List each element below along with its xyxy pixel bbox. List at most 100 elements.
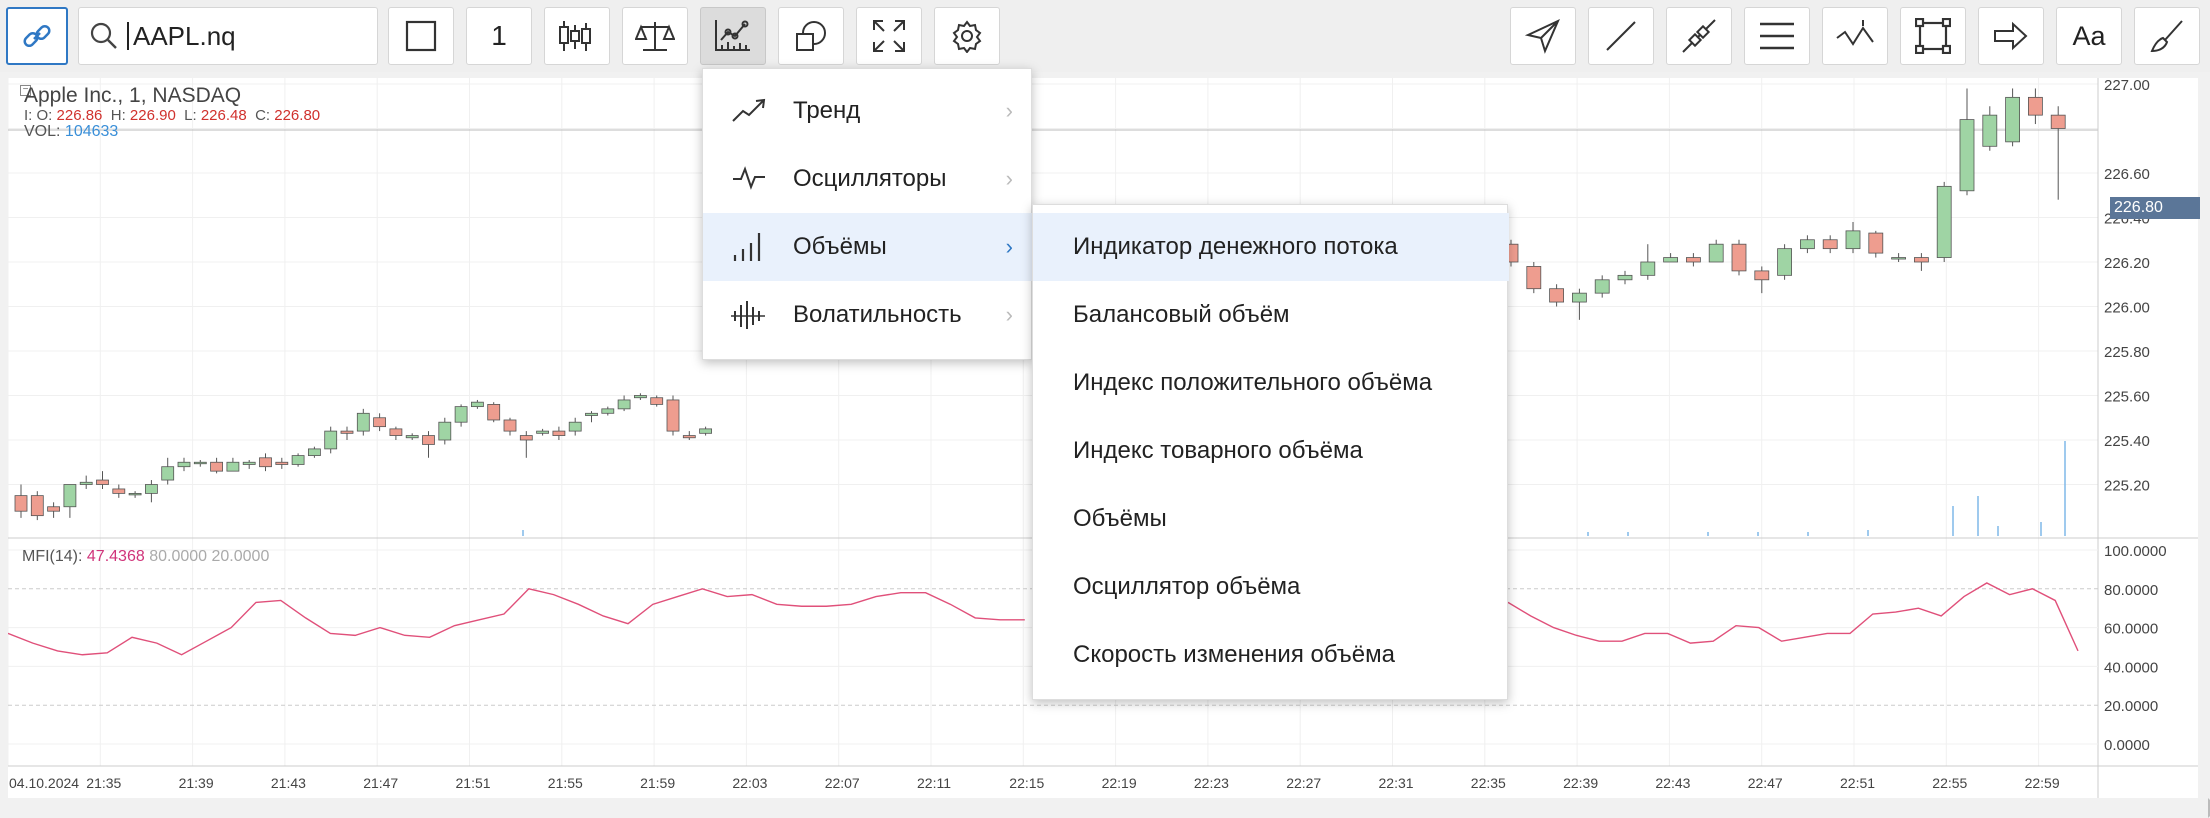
candle: [275, 457, 289, 469]
chevron-right-icon: ›: [1005, 166, 1013, 191]
time-axis-label: 21:35: [86, 775, 121, 791]
volume-readout: VOL: 104633: [24, 124, 320, 140]
scales-icon: [635, 22, 675, 51]
candle: [1845, 221, 1861, 254]
time-axis-label: 22:51: [1840, 775, 1875, 791]
candle-body: [1663, 257, 1678, 263]
symbol-search[interactable]: AAPL.nq: [78, 7, 378, 65]
submenu-item-volumes[interactable]: Объёмы: [1033, 485, 1509, 553]
candle-body: [1526, 266, 1542, 290]
shapes-button[interactable]: [778, 7, 844, 65]
candle-body: [568, 421, 582, 432]
candle: [30, 491, 44, 521]
chart-type-button[interactable]: [388, 7, 454, 65]
candle: [585, 411, 598, 423]
candle: [259, 453, 272, 472]
volume-value: 104633: [64, 123, 119, 140]
low-label: L:: [184, 107, 197, 124]
candle-body: [1686, 257, 1701, 263]
time-axis-label: 21:51: [456, 775, 491, 791]
rectangle-tool-button[interactable]: [1900, 7, 1966, 65]
candle: [1959, 88, 1975, 196]
candle-body: [1868, 232, 1884, 254]
candle-body: [389, 428, 403, 436]
time-axis-label: 22:11: [917, 775, 951, 791]
ohlc-prefix: I: O:: [24, 107, 53, 124]
trend-line-icon: [1606, 21, 1636, 51]
candle-body: [112, 488, 126, 494]
menu-item-label: Волатильность: [793, 301, 962, 328]
candle-body: [128, 492, 142, 496]
menu-item-volumes[interactable]: Объёмы ›: [703, 213, 1033, 281]
candle: [1549, 284, 1564, 307]
pattern-tool-button[interactable]: [1822, 7, 1888, 65]
oscillator-icon: [733, 166, 765, 190]
compare-button[interactable]: [622, 7, 688, 65]
candle-body: [536, 430, 549, 434]
candle-body: [1959, 119, 1975, 192]
candle: [177, 457, 191, 472]
candle: [1686, 253, 1701, 267]
candle: [291, 453, 305, 467]
volume-indicators-submenu: Индикатор денежного потока Балансовый об…: [1032, 204, 1509, 700]
mfi-axis-label: 40.0000: [2104, 659, 2158, 676]
line-tool-button[interactable]: [1588, 7, 1654, 65]
search-icon: [90, 22, 117, 49]
candle-body: [1800, 239, 1815, 250]
candle-body: [1572, 292, 1587, 303]
submenu-item-pvi[interactable]: Индекс положительного объёма: [1033, 349, 1509, 417]
candles-button[interactable]: [544, 7, 610, 65]
indicator-category-menu: Тренд › Осцилляторы › Объёмы › Волатильн…: [702, 68, 1033, 360]
send-tool-button[interactable]: [1510, 7, 1576, 65]
interval-button[interactable]: 1: [466, 7, 532, 65]
candle: [601, 406, 615, 416]
segment-icon: [1682, 19, 1716, 53]
time-axis-label: 22:03: [732, 775, 767, 791]
candle: [454, 404, 468, 427]
fullscreen-button[interactable]: [856, 7, 922, 65]
submenu-item-volume-oscillator[interactable]: Осциллятор объёма: [1033, 553, 1509, 621]
indicators-button[interactable]: [700, 7, 766, 65]
submenu-item-volume-roc[interactable]: Скорость изменения объёма: [1033, 621, 1509, 689]
time-axis-label: 22:07: [825, 775, 860, 791]
link-icon: [23, 24, 51, 48]
submenu-item-label: Балансовый объём: [1073, 301, 1290, 328]
candle-body: [519, 435, 533, 441]
candle-body: [1617, 274, 1633, 281]
mfi-line: [8, 588, 1025, 656]
menu-item-trend[interactable]: Тренд ›: [703, 77, 1033, 145]
submenu-item-mfi[interactable]: Индикатор денежного потока: [1033, 213, 1509, 281]
brush-tool-button[interactable]: [2134, 7, 2200, 65]
price-axis-label: 227.00: [2104, 78, 2150, 94]
candle: [47, 502, 60, 518]
price-axis-label: 225.20: [2104, 478, 2150, 495]
time-axis-label: 21:59: [640, 775, 675, 791]
candle-body: [307, 448, 321, 456]
candle-body: [1640, 261, 1656, 276]
candle-body: [1777, 248, 1792, 276]
menu-item-oscillators[interactable]: Осцилляторы ›: [703, 145, 1033, 213]
candle-body: [356, 412, 370, 432]
link-button[interactable]: [6, 7, 68, 65]
candle-body: [144, 484, 158, 494]
text-tool-button[interactable]: Aa: [2056, 7, 2122, 65]
candle: [1754, 266, 1770, 294]
symbol-input[interactable]: AAPL.nq: [127, 22, 236, 50]
candle: [2050, 106, 2066, 200]
settings-button[interactable]: [934, 7, 1000, 65]
submenu-item-cvi[interactable]: Индекс товарного объёма: [1033, 417, 1509, 485]
candle-body: [96, 479, 109, 485]
time-axis-label: 21:43: [271, 775, 306, 791]
close-value: 226.80: [274, 107, 321, 124]
lines-tool-button[interactable]: [1744, 7, 1810, 65]
arrow-tool-button[interactable]: [1978, 7, 2044, 65]
time-axis-label: 04.10.2024: [9, 775, 79, 791]
menu-item-volatility[interactable]: Волатильность ›: [703, 281, 1033, 349]
candle-body: [79, 481, 93, 485]
time-axis-label: 22:15: [1009, 775, 1044, 791]
submenu-item-obv[interactable]: Балансовый объём: [1033, 281, 1509, 349]
candle-body: [226, 461, 240, 472]
segment-tool-button[interactable]: [1666, 7, 1732, 65]
candle: [340, 426, 354, 440]
candle: [1800, 235, 1815, 254]
